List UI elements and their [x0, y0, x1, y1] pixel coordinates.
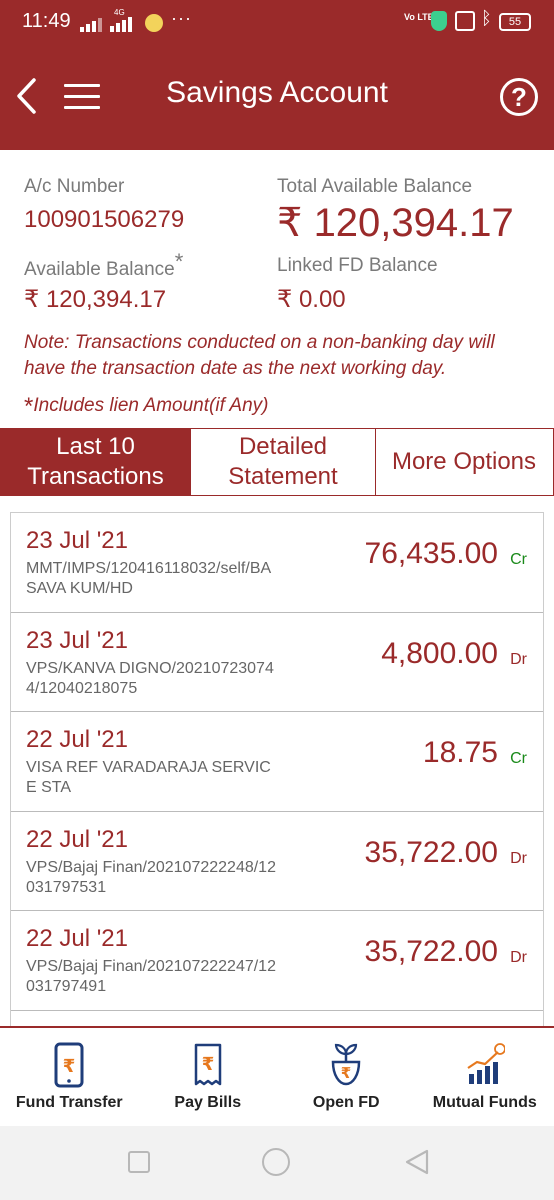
tab-more-options[interactable]: More Options	[376, 429, 552, 495]
recent-apps-icon[interactable]	[128, 1151, 150, 1173]
asterisk-mark: *	[24, 393, 34, 420]
account-number-label: A/c Number	[24, 176, 125, 197]
transaction-description: VPS/Bajaj Finan/202107222247/12031797491	[26, 958, 276, 995]
shield-app-icon	[431, 11, 447, 31]
transaction-type: Dr	[510, 849, 527, 867]
nav-label: Fund Transfer	[15, 1094, 123, 1111]
svg-text:₹: ₹	[63, 1056, 76, 1077]
svg-text:₹: ₹	[341, 1064, 351, 1082]
nav-label: Pay Bills	[174, 1094, 242, 1111]
nav-label: Open FD	[312, 1094, 380, 1111]
svg-text:₹: ₹	[201, 1054, 214, 1075]
transaction-amount: 18.75	[422, 736, 498, 769]
transaction-description: VPS/KANVA DIGNO/202107230744/12040218075	[26, 659, 274, 697]
status-bar: 11:49 4G ··· Vo LTE ᛒ 55	[0, 0, 554, 44]
phone-rupee-icon: ₹	[54, 1042, 84, 1088]
transaction-type: Cr	[510, 750, 527, 767]
transaction-date: 22 Jul '21	[26, 726, 128, 753]
transaction-amount: 35,722.00	[364, 835, 498, 869]
nav-pay-bills[interactable]: ₹ Pay Bills	[139, 1028, 278, 1126]
plant-pot-rupee-icon: ₹	[331, 1043, 361, 1086]
nav-label: Mutual Funds	[432, 1094, 537, 1111]
transaction-description: VISA REF VARADARAJA SERVICE STA	[26, 759, 271, 796]
transaction-date-note: Note: Transactions conducted on a non-ba…	[24, 332, 495, 379]
bluetooth-icon: ᛒ	[481, 8, 492, 28]
lien-note: *Includes lien Amount(if Any)	[24, 393, 269, 420]
nav-fund-transfer[interactable]: ₹ Fund Transfer	[0, 1028, 139, 1126]
total-balance-label: Total Available Balance	[277, 176, 473, 197]
linked-fd-value: ₹ 0.00	[277, 286, 346, 313]
tab-detailed-statement[interactable]: Detailed Statement	[191, 429, 376, 495]
transaction-date: 23 Jul '21	[26, 626, 128, 654]
linked-fd-label: Linked FD Balance	[277, 255, 438, 276]
available-balance-value: ₹ 120,394.17	[24, 286, 167, 313]
transaction-amount: 35,722.00	[364, 935, 498, 968]
bottom-navigation: ₹ Fund Transfer ₹ Pay Bills ₹ Open FD Mu…	[0, 1028, 554, 1126]
volte-label: Vo LTE	[404, 12, 434, 22]
home-icon[interactable]	[262, 1148, 290, 1176]
available-balance-label: Available Balance*	[24, 249, 184, 280]
notification-app-icon	[145, 14, 163, 32]
list-item[interactable]: 22 Jul '21 VPS/Bajaj Finan/202107222248/…	[11, 812, 543, 911]
transaction-date: 22 Jul '21	[26, 925, 128, 952]
app-header: Savings Account ?	[0, 44, 554, 150]
account-summary: A/c Number 100901506279 Total Available …	[0, 150, 554, 428]
growth-chart-icon	[467, 1043, 505, 1084]
help-icon[interactable]: ?	[500, 78, 538, 116]
list-item[interactable]: 23 Jul '21 VPS/KANVA DIGNO/202107230744/…	[11, 613, 543, 712]
page-title: Savings Account	[166, 76, 388, 109]
transaction-amount: 76,435.00	[364, 537, 498, 570]
signal-icon	[80, 14, 102, 32]
transaction-type: Dr	[510, 949, 527, 966]
total-balance-value: ₹ 120,394.17	[277, 201, 514, 245]
transaction-type: Cr	[510, 551, 527, 568]
tab-last-10-transactions[interactable]: Last 10 Transactions	[1, 429, 191, 495]
transaction-description: MMT/IMPS/120416118032/self/BASAVA KUM/HD	[26, 560, 272, 597]
more-notifications-icon: ···	[171, 8, 192, 28]
system-navigation-bar	[0, 1126, 554, 1200]
back-triangle-icon[interactable]	[404, 1148, 430, 1176]
account-number: 100901506279	[24, 206, 185, 233]
nav-open-fd[interactable]: ₹ Open FD	[277, 1028, 416, 1126]
list-item[interactable]: 22 Jul '21 VISA REF VARADARAJA SERVICE S…	[11, 712, 543, 812]
transaction-list: 23 Jul '21 MMT/IMPS/120416118032/self/BA…	[10, 512, 544, 1027]
battery-icon: 55	[499, 13, 531, 31]
signal-2-icon	[110, 14, 132, 32]
transaction-amount: 4,800.00	[381, 636, 498, 670]
list-item[interactable]: 22 Jul '21 VPS/Bajaj Finan/202107222247/…	[11, 911, 543, 1011]
bill-rupee-icon: ₹	[194, 1043, 221, 1086]
transaction-date: 23 Jul '21	[26, 527, 128, 554]
transaction-description: VPS/Bajaj Finan/202107222248/12031797531	[26, 858, 276, 896]
vibrate-icon	[455, 11, 475, 31]
asterisk-mark: *	[174, 249, 184, 274]
transaction-tabs: Last 10 Transactions Detailed Statement …	[0, 428, 554, 496]
transaction-date: 22 Jul '21	[26, 825, 128, 853]
status-time: 11:49	[22, 10, 71, 32]
transaction-type: Dr	[510, 650, 527, 668]
list-item[interactable]: 23 Jul '21 MMT/IMPS/120416118032/self/BA…	[11, 513, 543, 613]
nav-mutual-funds[interactable]: Mutual Funds	[416, 1028, 554, 1126]
